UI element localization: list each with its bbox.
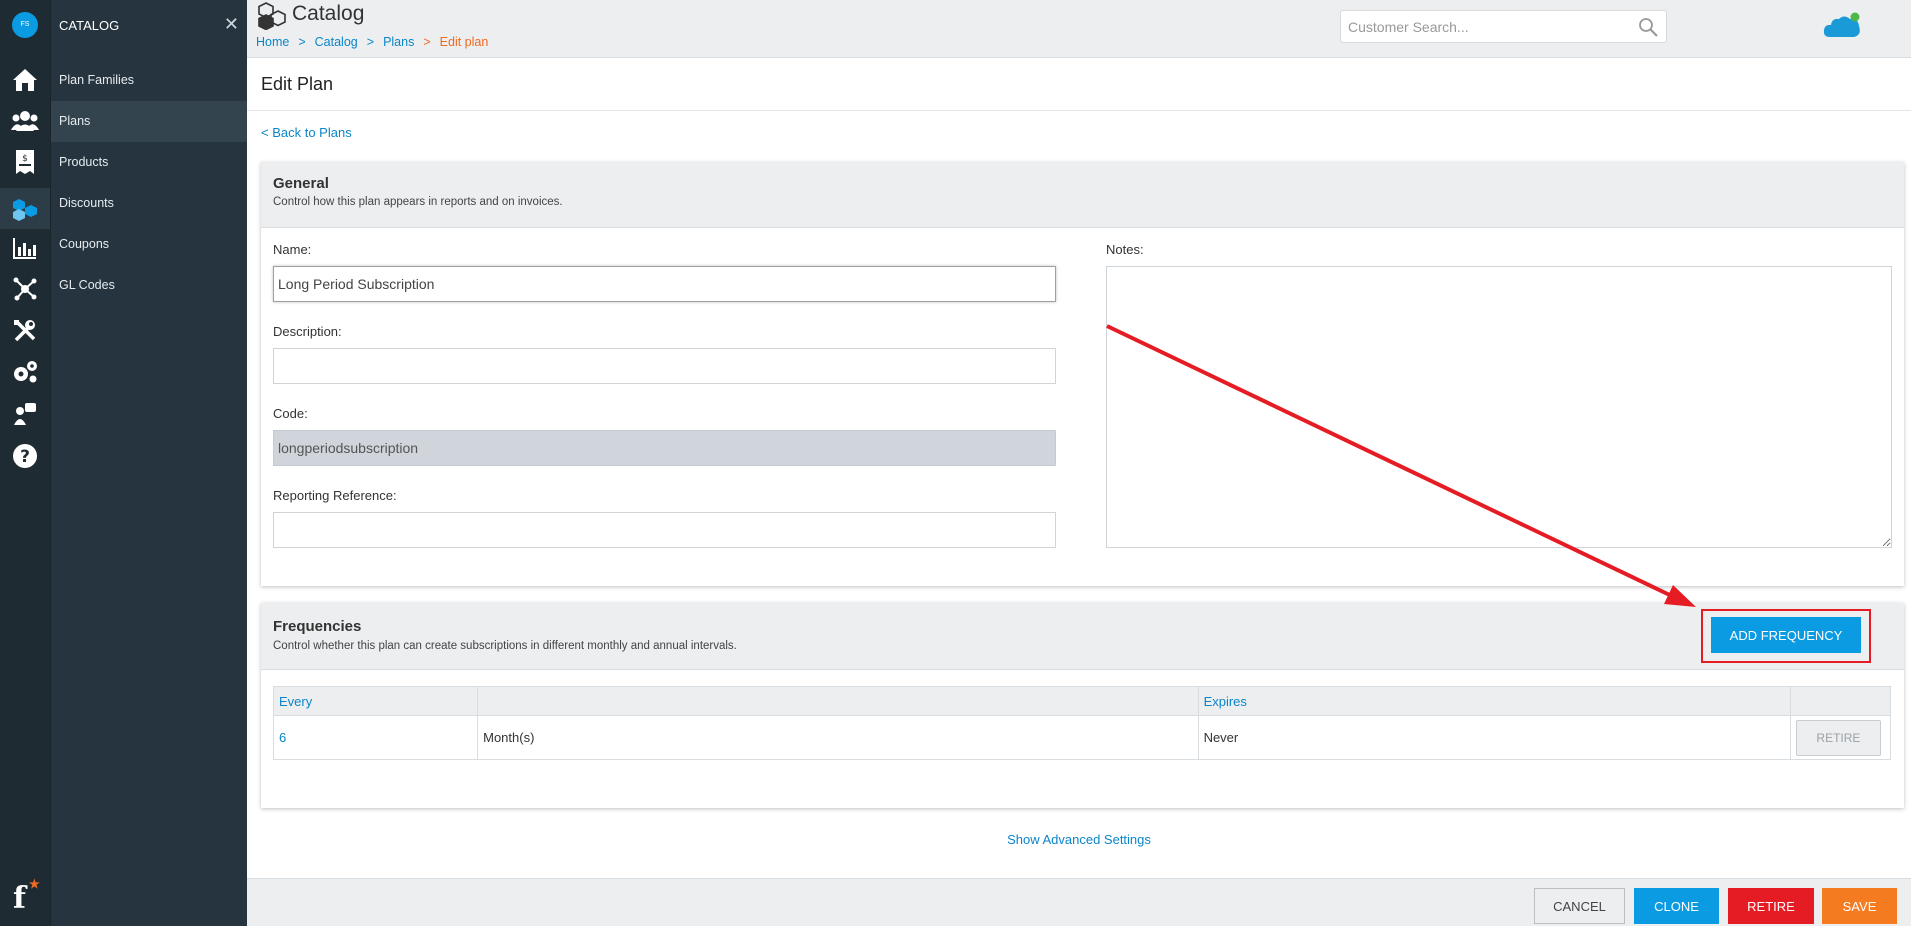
- main-content: Edit Plan < Back to Plans General Contro…: [247, 58, 1911, 878]
- general-card-header: General Control how this plan appears in…: [261, 162, 1904, 228]
- svg-text:?: ?: [20, 447, 30, 467]
- breadcrumb-catalog[interactable]: Catalog: [315, 35, 358, 49]
- sidebar-item-discounts[interactable]: Discounts: [51, 183, 248, 224]
- page-header-title: Catalog: [292, 2, 365, 25]
- breadcrumb-separator: >: [366, 35, 375, 49]
- retire-button[interactable]: RETIRE: [1728, 888, 1814, 924]
- support-icon[interactable]: [11, 400, 39, 428]
- chart-icon[interactable]: [11, 234, 39, 262]
- column-actions-blank: [1789, 686, 1892, 716]
- search-icon[interactable]: [1638, 17, 1658, 40]
- general-title: General: [273, 175, 329, 192]
- sidebar-item-products[interactable]: Products: [51, 142, 248, 183]
- frequencies-title: Frequencies: [273, 618, 362, 635]
- frequencies-table: Every Expires 6 Month(s) Never RETIRE: [272, 686, 1892, 760]
- retire-frequency-button[interactable]: RETIRE: [1795, 719, 1881, 756]
- table-row: 6 Month(s) Never RETIRE: [272, 715, 1892, 760]
- column-every[interactable]: Every: [272, 686, 479, 716]
- reporting-reference-label: Reporting Reference:: [273, 488, 397, 503]
- tools-icon[interactable]: [11, 317, 39, 345]
- help-icon[interactable]: ?: [11, 442, 39, 470]
- catalog-cubes-icon: [257, 2, 287, 33]
- frequency-actions-cell: RETIRE: [1789, 715, 1892, 760]
- clone-button[interactable]: CLONE: [1634, 888, 1719, 924]
- salesforce-cloud-icon[interactable]: [1822, 11, 1862, 44]
- sidebar-item-coupons[interactable]: Coupons: [51, 224, 248, 265]
- code-field: [273, 430, 1056, 466]
- sidebar-item-gl-codes[interactable]: GL Codes: [51, 265, 248, 306]
- action-footer: CANCEL CLONE RETIRE SAVE: [247, 878, 1911, 926]
- icon-rail: FS $ ? f ★: [0, 0, 50, 926]
- gears-icon[interactable]: [11, 358, 39, 386]
- breadcrumb-plans[interactable]: Plans: [383, 35, 414, 49]
- panel-title: CATALOG: [59, 18, 120, 33]
- close-icon[interactable]: ✕: [224, 14, 239, 35]
- frequency-expires-cell: Never: [1197, 715, 1791, 760]
- name-field[interactable]: [273, 266, 1056, 302]
- breadcrumb-separator: >: [423, 35, 431, 49]
- notes-field[interactable]: [1106, 266, 1892, 548]
- invoice-icon[interactable]: $: [11, 148, 39, 176]
- customer-search: [1340, 10, 1667, 43]
- page-title: Edit Plan: [261, 74, 334, 94]
- frequencies-subtitle: Control whether this plan can create sub…: [273, 640, 737, 652]
- name-label: Name:: [273, 242, 312, 257]
- general-subtitle: Control how this plan appears in reports…: [273, 196, 563, 208]
- top-header: Catalog Home > Catalog > Plans > Edit plan: [247, 0, 1911, 58]
- sidebar-item-plans[interactable]: Plans: [51, 101, 248, 142]
- brand-logo: f ★: [13, 877, 40, 916]
- catalog-icon[interactable]: [0, 188, 50, 229]
- frequency-unit-cell: Month(s): [477, 715, 1199, 760]
- description-field[interactable]: [273, 348, 1056, 384]
- show-advanced-settings-link[interactable]: Show Advanced Settings: [247, 832, 1911, 847]
- reporting-reference-field[interactable]: [273, 512, 1056, 548]
- people-icon[interactable]: [11, 107, 39, 135]
- frequencies-card: Frequencies Control whether this plan ca…: [261, 603, 1904, 808]
- table-header-row: Every Expires: [272, 686, 1892, 716]
- annotation-highlight-box: [1701, 609, 1871, 663]
- breadcrumb-home[interactable]: Home: [256, 35, 289, 49]
- frequency-every-cell[interactable]: 6: [272, 715, 479, 760]
- cancel-button[interactable]: CANCEL: [1534, 888, 1625, 924]
- breadcrumb-current: Edit plan: [439, 35, 489, 49]
- network-icon[interactable]: [11, 275, 39, 303]
- title-divider: [247, 110, 1911, 111]
- sidebar-item-plan-families[interactable]: Plan Families: [51, 60, 248, 101]
- catalog-panel: CATALOG ✕ Plan Families Plans Products D…: [50, 0, 248, 926]
- home-icon[interactable]: [11, 66, 39, 94]
- breadcrumb: Home > Catalog > Plans > Edit plan: [256, 35, 488, 49]
- save-button[interactable]: SAVE: [1822, 888, 1897, 924]
- description-label: Description:: [273, 324, 342, 339]
- frequencies-card-header: Frequencies Control whether this plan ca…: [261, 603, 1904, 670]
- back-to-plans-link[interactable]: < Back to Plans: [261, 125, 352, 140]
- svg-text:$: $: [22, 154, 28, 164]
- notes-label: Notes:: [1106, 242, 1144, 257]
- code-label: Code:: [273, 406, 308, 421]
- column-unit-blank: [477, 686, 1199, 716]
- general-card: General Control how this plan appears in…: [261, 162, 1904, 586]
- column-expires[interactable]: Expires: [1197, 686, 1791, 716]
- account-logo[interactable]: FS: [12, 12, 38, 38]
- customer-search-input[interactable]: [1341, 11, 1621, 42]
- breadcrumb-separator: >: [298, 35, 306, 49]
